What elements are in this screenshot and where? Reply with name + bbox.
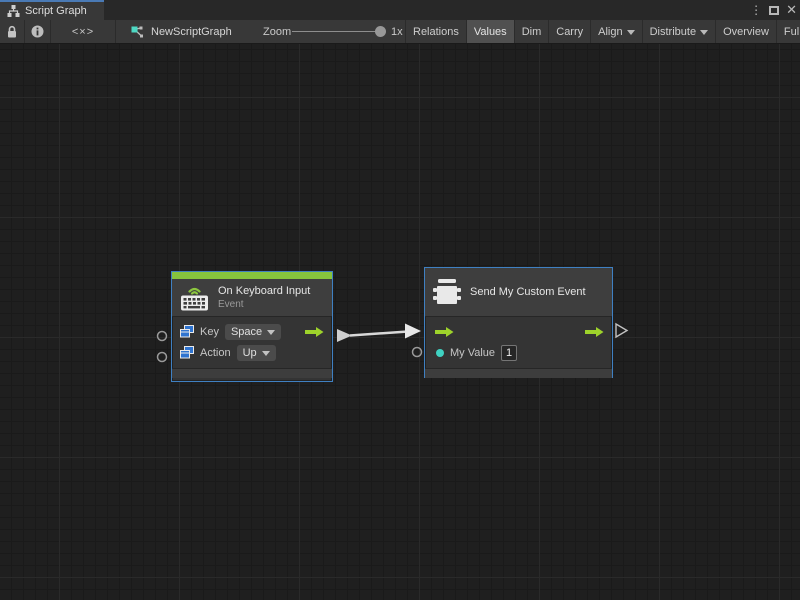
my-value-label: My Value — [450, 347, 495, 359]
code-preview-button[interactable]: <×> — [51, 20, 115, 43]
zoom-label: Zoom — [263, 20, 291, 43]
align-button[interactable]: Align — [590, 20, 641, 43]
connection-wire[interactable] — [350, 332, 408, 336]
zoom-slider-handle[interactable] — [375, 26, 386, 37]
chevron-down-icon — [267, 330, 275, 335]
trigger-input-arrow-icon[interactable] — [435, 326, 454, 338]
chevron-down-icon — [627, 30, 635, 35]
graph-breadcrumb[interactable]: NewScriptGraph — [131, 20, 232, 43]
graph-canvas[interactable]: On Keyboard Input Event Key Space — [0, 44, 800, 600]
inspect-button[interactable] — [25, 20, 50, 43]
node-title: On Keyboard Input — [218, 285, 310, 297]
script-graph-asset-icon — [131, 26, 144, 38]
chevron-down-icon — [700, 30, 708, 35]
script-graph-window: { "window": { "tab": { "title": "Script … — [0, 0, 800, 600]
lock-button[interactable] — [0, 20, 24, 43]
close-icon[interactable]: ✕ — [786, 0, 797, 20]
port-action-input[interactable] — [158, 353, 167, 362]
node-on-keyboard-input[interactable]: On Keyboard Input Event Key Space — [171, 271, 333, 382]
relations-button[interactable]: Relations — [405, 20, 466, 43]
wire-start-cap — [337, 329, 352, 342]
code-icon: <×> — [72, 26, 94, 38]
node-subtitle: Event — [218, 299, 310, 310]
zoom-slider-track[interactable] — [292, 31, 384, 32]
trigger-output-arrow-icon[interactable] — [305, 326, 324, 338]
keyboard-icon — [180, 285, 209, 311]
node-title: Send My Custom Event — [470, 286, 586, 298]
window-menu-icon[interactable]: ⋮ — [750, 0, 762, 20]
chevron-down-icon — [262, 351, 270, 356]
values-button[interactable]: Values — [466, 20, 514, 43]
action-label: Action — [200, 347, 231, 359]
port-flow-output[interactable] — [616, 324, 627, 337]
tab-title: Script Graph — [25, 5, 87, 17]
graph-name: NewScriptGraph — [151, 26, 232, 38]
node-footer — [172, 368, 332, 378]
my-value-input[interactable]: 1 — [501, 345, 517, 361]
keycode-literal-icon — [180, 325, 194, 338]
custom-event-icon — [433, 277, 461, 307]
info-icon — [31, 25, 44, 38]
node-send-my-custom-event[interactable]: Send My Custom Event — [424, 267, 613, 378]
key-row: Key Space — [172, 321, 332, 342]
carry-button[interactable]: Carry — [548, 20, 590, 43]
key-dropdown[interactable]: Space — [225, 324, 281, 340]
graph-hierarchy-icon — [7, 5, 20, 17]
node-footer — [425, 368, 612, 378]
zoom-value: 1x — [391, 20, 403, 43]
action-dropdown[interactable]: Up — [237, 345, 276, 361]
graph-toolbar: <×> NewScriptGraph Zoom 1x Relations Val… — [0, 20, 800, 44]
event-color-bar — [172, 272, 332, 279]
key-label: Key — [200, 326, 219, 338]
keycode-literal-icon — [180, 346, 194, 359]
dim-button[interactable]: Dim — [514, 20, 549, 43]
wire-arrowhead — [405, 324, 421, 339]
fullscreen-button[interactable]: Full S — [776, 20, 800, 43]
distribute-button[interactable]: Distribute — [642, 20, 715, 43]
wire-layer — [0, 44, 800, 600]
flow-row — [425, 321, 612, 342]
my-value-row: My Value 1 — [425, 342, 612, 363]
action-row: Action Up — [172, 342, 332, 363]
port-my-value-input[interactable] — [413, 348, 422, 357]
toolbar-buttons: Relations Values Dim Carry Align Distrib… — [405, 20, 800, 43]
tab-script-graph[interactable]: Script Graph — [0, 0, 104, 20]
trigger-output-arrow-icon[interactable] — [585, 326, 604, 338]
value-port-dot-icon — [436, 349, 444, 357]
lock-icon — [6, 25, 18, 38]
port-key-input[interactable] — [158, 332, 167, 341]
maximize-icon[interactable] — [769, 6, 779, 15]
overview-button[interactable]: Overview — [715, 20, 776, 43]
title-bar: Script Graph ⋮ ✕ — [0, 0, 800, 20]
